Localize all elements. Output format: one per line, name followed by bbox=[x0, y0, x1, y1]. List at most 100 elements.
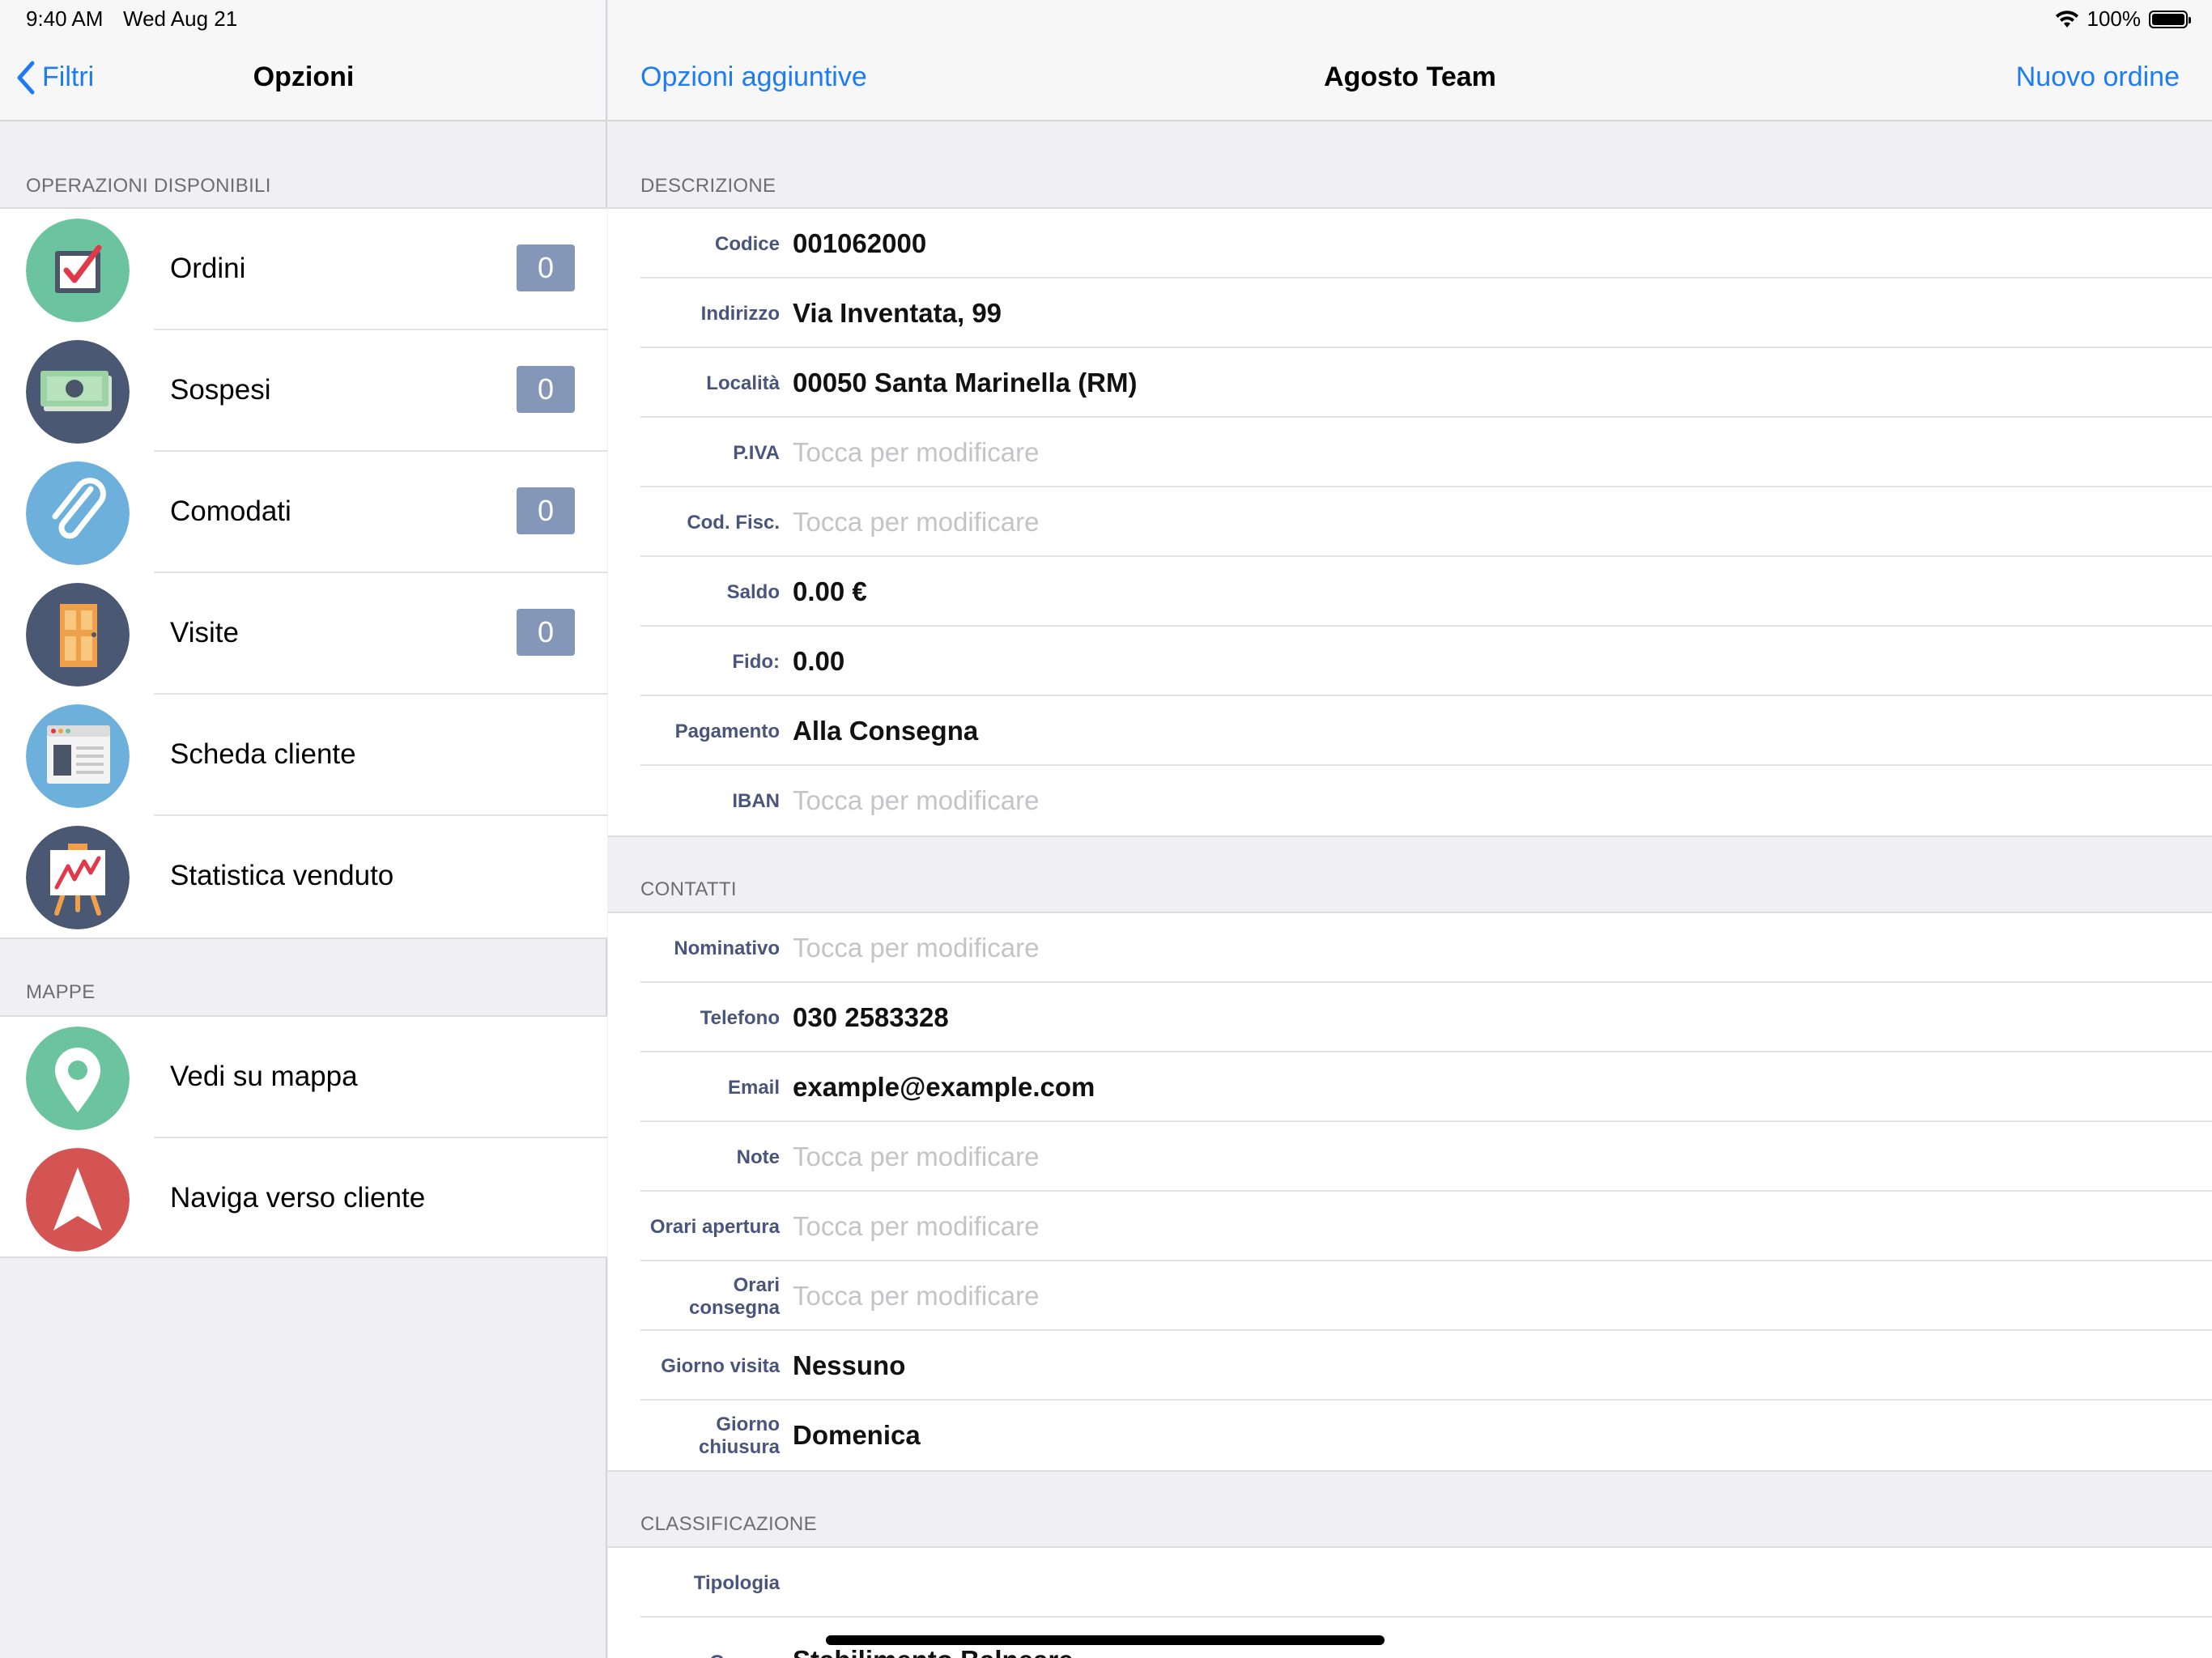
field-placeholder[interactable]: Tocca per modificare bbox=[793, 1281, 1039, 1312]
field-value[interactable]: 0.00 € bbox=[793, 576, 867, 607]
field-label: Fido: bbox=[732, 651, 780, 673]
field-value[interactable]: Domenica bbox=[793, 1420, 921, 1451]
cash-icon bbox=[26, 340, 130, 444]
operations-list: Ordini 0 Sospesi 0 Comodati 0 Visite 0 S… bbox=[0, 207, 607, 939]
map-row-vedi-su-mappa[interactable]: Vedi su mappa bbox=[0, 1017, 607, 1138]
count-badge: 0 bbox=[517, 366, 575, 413]
field-placeholder[interactable]: Tocca per modificare bbox=[793, 933, 1039, 963]
field-placeholder[interactable]: Tocca per modificare bbox=[793, 437, 1039, 468]
field-row-nominativo: Nominativo Tocca per modificare bbox=[608, 913, 2212, 983]
field-row-orari-apertura: Orari apertura Tocca per modificare bbox=[608, 1192, 2212, 1261]
field-row-codice: Codice 001062000 bbox=[608, 209, 2212, 278]
field-label: Orari apertura bbox=[649, 1216, 780, 1238]
map-row-naviga-verso-cliente[interactable]: Naviga verso cliente bbox=[0, 1138, 607, 1260]
field-value[interactable]: Nessuno bbox=[793, 1350, 905, 1381]
field-row-giorno-chiusura: Giorno chiusura Domenica bbox=[608, 1401, 2212, 1470]
section-header-description: DESCRIZIONE bbox=[640, 175, 776, 197]
count-badge: 0 bbox=[517, 487, 575, 534]
field-label: Note bbox=[736, 1146, 780, 1168]
field-placeholder[interactable]: Tocca per modificare bbox=[793, 507, 1039, 538]
field-row-email: Email example@example.com bbox=[608, 1052, 2212, 1122]
field-label: P.IVA bbox=[733, 442, 780, 464]
operation-label: Scheda cliente bbox=[170, 738, 356, 770]
field-row-cod-fisc: Cod. Fisc. Tocca per modificare bbox=[608, 487, 2212, 557]
field-label: Telefono bbox=[700, 1007, 780, 1029]
section-header-classification: CLASSIFICAZIONE bbox=[640, 1513, 817, 1535]
document-window-icon bbox=[26, 704, 130, 808]
description-list: Codice 001062000 Indirizzo Via Inventata… bbox=[608, 207, 2212, 837]
field-label: Indirizzo bbox=[700, 303, 780, 325]
field-value[interactable]: Via Inventata, 99 bbox=[793, 298, 1002, 329]
section-header-maps: MAPPE bbox=[26, 981, 96, 1003]
operation-row-sospesi[interactable]: Sospesi 0 bbox=[0, 330, 607, 452]
field-value[interactable]: Stabilimento Balneare bbox=[793, 1645, 1074, 1658]
field-row-telefono: Telefono 030 2583328 bbox=[608, 983, 2212, 1052]
field-label: Giorno visita bbox=[661, 1355, 780, 1377]
field-label: IBAN bbox=[732, 790, 780, 812]
field-value[interactable]: 0.00 bbox=[793, 646, 844, 677]
field-placeholder[interactable]: Tocca per modificare bbox=[793, 1141, 1039, 1172]
wifi-icon bbox=[2055, 10, 2078, 28]
field-value[interactable]: 001062000 bbox=[793, 228, 926, 259]
battery-percent: 100% bbox=[2087, 6, 2142, 31]
master-title: Opzioni bbox=[253, 62, 355, 92]
field-label: Nominativo bbox=[674, 937, 780, 959]
easel-chart-icon bbox=[26, 826, 130, 929]
operation-label: Statistica venduto bbox=[170, 860, 394, 891]
contacts-list: Nominativo Tocca per modificare Telefono… bbox=[608, 912, 2212, 1472]
paperclip-icon bbox=[26, 461, 130, 565]
home-indicator[interactable] bbox=[826, 1635, 1385, 1645]
field-value[interactable]: 00050 Santa Marinella (RM) bbox=[793, 368, 1138, 398]
field-row-iban: IBAN Tocca per modificare bbox=[608, 766, 2212, 835]
operation-label: Visite bbox=[170, 617, 239, 648]
field-value[interactable]: 030 2583328 bbox=[793, 1002, 949, 1033]
map-label: Vedi su mappa bbox=[170, 1061, 358, 1092]
field-label: Località bbox=[706, 372, 780, 394]
section-header-contacts: CONTATTI bbox=[640, 878, 737, 900]
new-order-button[interactable]: Nuovo ordine bbox=[2016, 62, 2180, 93]
detail-title: Agosto Team bbox=[1324, 62, 1496, 92]
navigation-arrow-icon bbox=[26, 1148, 130, 1252]
maps-list: Vedi su mappa Naviga verso cliente bbox=[0, 1015, 607, 1258]
field-placeholder[interactable]: Tocca per modificare bbox=[793, 1211, 1039, 1242]
field-row-indirizzo: Indirizzo Via Inventata, 99 bbox=[608, 278, 2212, 348]
field-value[interactable]: example@example.com bbox=[793, 1072, 1095, 1103]
master-pane: Filtri Opzioni OPERAZIONI DISPONIBILI Or… bbox=[0, 0, 607, 1658]
operation-row-scheda-cliente[interactable]: Scheda cliente bbox=[0, 695, 607, 816]
field-row-fido: Fido: 0.00 bbox=[608, 627, 2212, 696]
status-time: 9:40 AM bbox=[26, 6, 104, 31]
status-right: 100% bbox=[2055, 6, 2191, 32]
status-date: Wed Aug 21 bbox=[123, 6, 238, 31]
count-badge: 0 bbox=[517, 609, 575, 656]
operation-row-ordini[interactable]: Ordini 0 bbox=[0, 209, 607, 330]
field-label: Giorno chiusura bbox=[698, 1414, 780, 1458]
field-row-localita: Località 00050 Santa Marinella (RM) bbox=[608, 348, 2212, 418]
section-header-operations: OPERAZIONI DISPONIBILI bbox=[26, 175, 271, 197]
operation-label: Ordini bbox=[170, 253, 246, 284]
field-label: Orari consegna bbox=[689, 1274, 781, 1319]
operation-row-comodati[interactable]: Comodati 0 bbox=[0, 452, 607, 573]
field-label: Email bbox=[727, 1077, 780, 1099]
field-value[interactable]: Alla Consegna bbox=[793, 716, 978, 746]
status-bar: 9:40 AM Wed Aug 21 100% bbox=[0, 0, 2212, 39]
field-label: Cod. Fisc. bbox=[687, 512, 780, 534]
field-row-giorno-visita: Giorno visita Nessuno bbox=[608, 1331, 2212, 1401]
map-label: Naviga verso cliente bbox=[170, 1182, 426, 1214]
detail-pane: Opzioni aggiuntive Agosto Team Nuovo ord… bbox=[608, 0, 2212, 1658]
checkbox-icon bbox=[26, 219, 130, 322]
field-label: Codice bbox=[714, 233, 780, 255]
operation-row-statistica-venduto[interactable]: Statistica venduto bbox=[0, 816, 607, 937]
field-label: Pagamento bbox=[674, 721, 780, 742]
field-label: Saldo bbox=[726, 581, 780, 603]
field-row-pagamento: Pagamento Alla Consegna bbox=[608, 696, 2212, 766]
field-row-piva: P.IVA Tocca per modificare bbox=[608, 418, 2212, 487]
operation-row-visite[interactable]: Visite 0 bbox=[0, 573, 607, 695]
battery-icon bbox=[2149, 10, 2191, 28]
field-row-tipologia: Tipologia bbox=[608, 1548, 2212, 1618]
field-row-saldo: Saldo 0.00 € bbox=[608, 557, 2212, 627]
field-placeholder[interactable]: Tocca per modificare bbox=[793, 785, 1039, 816]
field-row-note: Note Tocca per modificare bbox=[608, 1122, 2212, 1192]
field-label: Gruppo bbox=[608, 1652, 780, 1658]
field-row-orari-consegna: Orari consegna Tocca per modificare bbox=[608, 1261, 2212, 1331]
operation-label: Sospesi bbox=[170, 374, 271, 406]
